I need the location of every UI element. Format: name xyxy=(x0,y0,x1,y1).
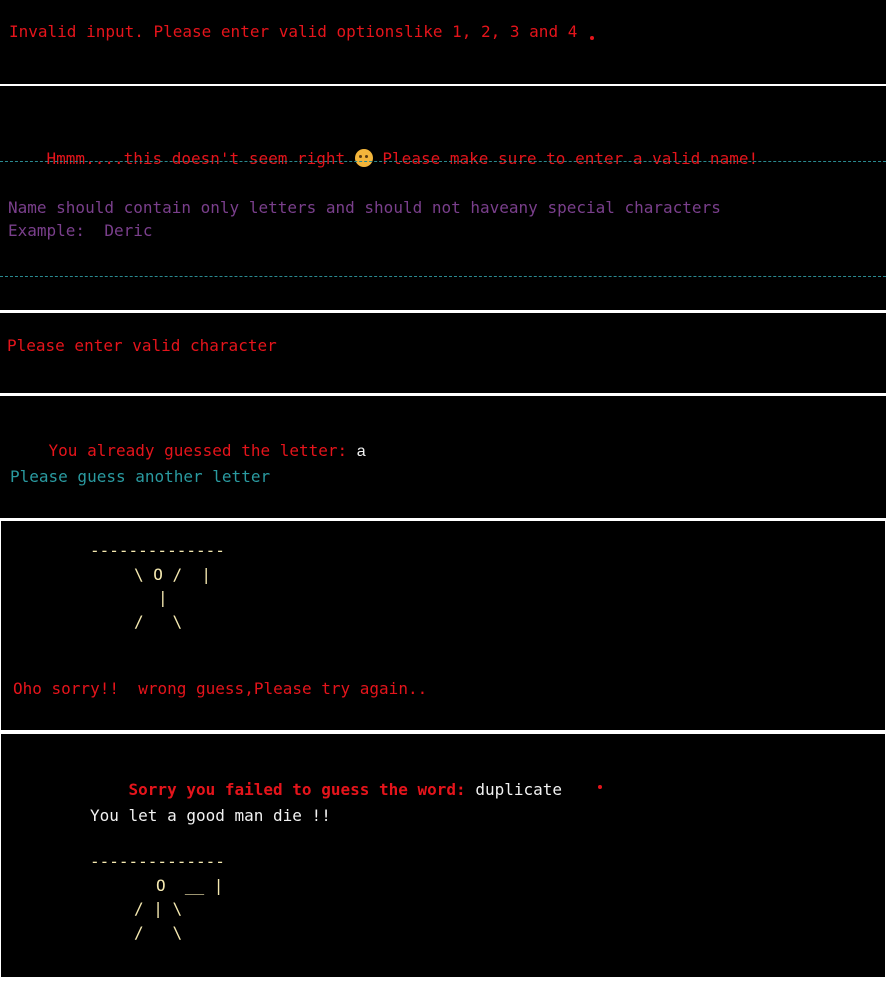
invalid-name-panel: Hmmm....this doesn't seem right Please m… xyxy=(0,86,886,310)
hangman-figure-arms: \ O / | xyxy=(134,565,212,584)
invalid-option-message: Invalid input. Please enter valid option… xyxy=(9,22,578,41)
invalid-option-panel: Invalid input. Please enter valid option… xyxy=(0,0,886,84)
separator-bottom xyxy=(0,276,886,277)
invalid-name-message: Hmmm....this doesn't seem right Please m… xyxy=(8,129,758,189)
guessed-letter: a xyxy=(356,443,366,460)
hangman-figure-body: | xyxy=(158,588,168,607)
invalid-name-text-end: Please make sure to enter a valid name! xyxy=(372,149,759,168)
cursor-dot xyxy=(598,785,602,789)
already-guessed-panel: You already guessed the letter: a Please… xyxy=(0,396,886,518)
hangman-final-body: / | \ xyxy=(134,899,183,918)
already-guessed-label: You already guessed the letter: xyxy=(48,441,357,460)
guess-another-prompt: Please guess another letter xyxy=(10,467,271,486)
separator-top xyxy=(0,161,886,162)
good-man-die-message: You let a good man die !! xyxy=(90,806,331,825)
name-rule-text: Name should contain only letters and sho… xyxy=(8,198,721,217)
name-example-text: Example: Deric xyxy=(8,221,153,240)
game-over-panel: Sorry you failed to guess the word: dupl… xyxy=(0,733,886,978)
failed-word-label: Sorry you failed to guess the word: xyxy=(128,780,466,799)
hangman-final-head: O __ | xyxy=(156,876,224,895)
wrong-guess-panel: -------------- \ O / | | / \ Oho sorry!!… xyxy=(0,520,886,731)
invalid-character-message: Please enter valid character xyxy=(7,336,277,355)
hangman-final-legs: / \ xyxy=(134,923,183,942)
hangman-figure-legs: / \ xyxy=(134,612,183,631)
gallows-top-final: -------------- xyxy=(90,852,225,871)
wrong-guess-message: Oho sorry!! wrong guess,Please try again… xyxy=(13,679,428,698)
secret-word: duplicate xyxy=(475,780,563,799)
thinking-face-icon xyxy=(354,149,373,167)
invalid-name-text-start: Hmmm....this doesn't seem right xyxy=(46,149,355,168)
cursor-dot-top xyxy=(590,36,594,40)
invalid-character-panel: Please enter valid character xyxy=(0,313,886,393)
gallows-top: -------------- xyxy=(90,541,225,560)
